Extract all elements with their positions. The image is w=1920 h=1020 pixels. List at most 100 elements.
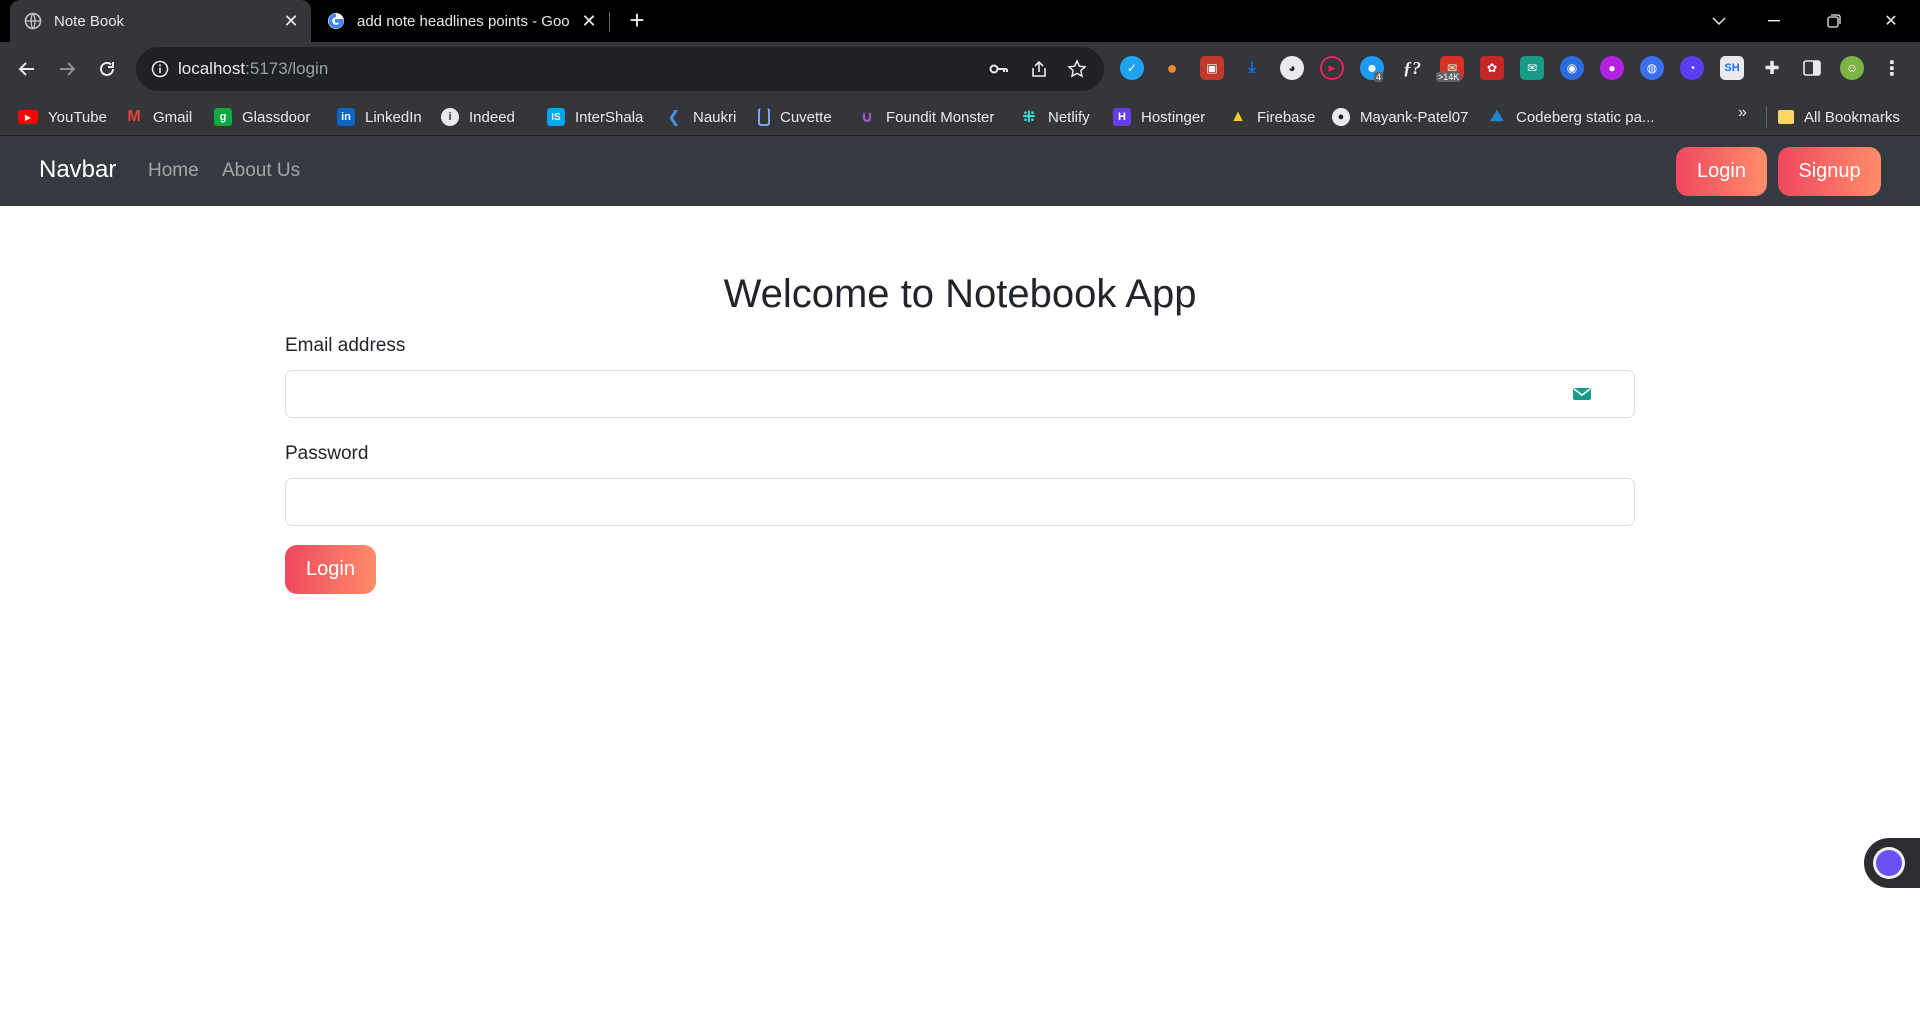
- nav-link-home[interactable]: Home: [148, 160, 199, 182]
- bookmark-naukri[interactable]: ❮ Naukri: [665, 106, 736, 128]
- tab-search-icon[interactable]: [1690, 0, 1748, 42]
- naukri-icon: ❮: [667, 109, 681, 126]
- google-icon: [327, 12, 345, 30]
- share-icon[interactable]: [1028, 58, 1050, 80]
- bookmark-netlify[interactable]: ⁜ Netlify: [1020, 106, 1090, 128]
- bookmark-gmail[interactable]: M Gmail: [125, 106, 192, 128]
- bookmark-glassdoor[interactable]: g Glassdoor: [214, 106, 310, 128]
- bookmark-label: YouTube: [48, 108, 107, 126]
- play-extension-icon[interactable]: ▶: [1320, 56, 1344, 80]
- close-icon[interactable]: ✕: [575, 11, 603, 32]
- navbar-login-button[interactable]: Login: [1676, 147, 1767, 196]
- url-path: :5173/login: [245, 59, 329, 78]
- login-submit-button[interactable]: Login: [285, 545, 376, 594]
- bookmark-foundit[interactable]: ∪ Foundit Monster: [858, 106, 995, 128]
- browser-tab-strip: Note Book ✕ add note headlines points - …: [0, 0, 1920, 42]
- url-text: localhost:5173/login: [178, 59, 328, 79]
- tab-title: add note headlines points - Goo: [357, 12, 570, 30]
- bookmark-firebase[interactable]: ▲ Firebase: [1229, 106, 1315, 128]
- window-extension-icon[interactable]: ▣: [1200, 56, 1224, 80]
- bookmark-label: Netlify: [1048, 108, 1090, 126]
- navbar-brand[interactable]: Navbar: [39, 156, 116, 184]
- bookmark-all-bookmarks[interactable]: All Bookmarks: [1778, 106, 1900, 128]
- tab-title: Note Book: [54, 12, 125, 30]
- bookmark-label: Firebase: [1257, 108, 1316, 126]
- bookmark-label: LinkedIn: [365, 108, 422, 126]
- bookmark-label: Hostinger: [1141, 108, 1206, 126]
- bookmark-label: All Bookmarks: [1804, 108, 1900, 126]
- tab-google-search[interactable]: add note headlines points - Goo ✕: [313, 0, 609, 42]
- bookmark-label: Codeberg static pa...: [1516, 108, 1655, 126]
- minimize-button[interactable]: [1745, 0, 1803, 42]
- compass-extension-icon[interactable]: ◉: [1560, 56, 1584, 80]
- bookmark-internshala[interactable]: IS InterShala: [547, 106, 643, 128]
- url-host: localhost: [178, 59, 246, 78]
- glassdoor-icon: g: [214, 108, 232, 126]
- back-button[interactable]: [12, 54, 42, 84]
- codeberg-icon: ⛰: [1490, 108, 1504, 125]
- bookmarks-overflow-button[interactable]: »: [1738, 104, 1747, 122]
- bottle-extension-icon[interactable]: ●: [1160, 56, 1184, 80]
- password-field[interactable]: [285, 478, 1635, 526]
- tab-divider: [609, 12, 610, 32]
- bookmarks-bar: ▶ YouTube M Gmail g Glassdoor in LinkedI…: [0, 96, 1920, 136]
- close-window-button[interactable]: ✕: [1862, 0, 1920, 42]
- bookmark-indeed[interactable]: i Indeed: [441, 106, 515, 128]
- firebase-icon: ▲: [1230, 108, 1246, 125]
- page-title: Welcome to Notebook App: [723, 272, 1197, 316]
- bookmark-label: InterShala: [575, 108, 644, 126]
- bookmarks-divider: [1766, 106, 1767, 128]
- chat-extension-icon[interactable]: ●: [1600, 56, 1624, 80]
- bookmark-linkedin[interactable]: in LinkedIn: [337, 106, 422, 128]
- password-label: Password: [285, 443, 369, 464]
- bookmark-label: Naukri: [693, 108, 737, 126]
- bookmark-cuvette[interactable]: Cuvette: [758, 106, 832, 128]
- email-autofill-icon[interactable]: [1572, 386, 1592, 402]
- bookmark-label: Mayank-Patel07: [1360, 108, 1469, 126]
- close-icon[interactable]: ✕: [277, 11, 305, 32]
- bookmark-codeberg[interactable]: ⛰ Codeberg static pa...: [1488, 106, 1654, 128]
- sh-extension-icon[interactable]: SH: [1720, 56, 1744, 80]
- puzzle-icon[interactable]: ✚: [1760, 56, 1784, 80]
- messenger-extension-icon[interactable]: ✓: [1120, 56, 1144, 80]
- bookmark-github[interactable]: ● Mayank-Patel07: [1332, 106, 1468, 128]
- panda-extension-icon[interactable]: ◕: [1280, 56, 1304, 80]
- folder-icon: [1778, 110, 1794, 124]
- email-field[interactable]: [285, 370, 1635, 418]
- navbar-signup-button[interactable]: Signup: [1778, 147, 1881, 196]
- nav-link-about-us[interactable]: About Us: [222, 160, 300, 182]
- menu-dots-icon[interactable]: ⋮: [1880, 56, 1904, 80]
- restore-button[interactable]: [1805, 0, 1863, 42]
- email-label: Email address: [285, 335, 406, 356]
- cuvette-icon: [758, 108, 770, 126]
- youtube-icon: ▶: [18, 110, 38, 124]
- bookmark-label: Indeed: [469, 108, 515, 126]
- email-extension-icon[interactable]: ✉: [1520, 56, 1544, 80]
- side-panel-icon[interactable]: [1800, 56, 1824, 80]
- forward-button[interactable]: [52, 54, 82, 84]
- formula-extension-icon[interactable]: ƒ?: [1400, 56, 1424, 80]
- key-icon[interactable]: [988, 58, 1010, 80]
- bookmark-youtube[interactable]: ▶ YouTube: [18, 106, 107, 128]
- star-icon[interactable]: [1066, 58, 1088, 80]
- bookmark-hostinger[interactable]: H Hostinger: [1113, 106, 1205, 128]
- github-icon: ●: [1332, 108, 1350, 126]
- grid-extension-icon[interactable]: ✿: [1480, 56, 1504, 80]
- address-bar[interactable]: localhost:5173/login: [136, 47, 1104, 91]
- internshala-icon: IS: [547, 108, 565, 126]
- site-info-icon[interactable]: [150, 59, 170, 79]
- download-extension-icon[interactable]: ⤓: [1240, 56, 1264, 80]
- bookmark-label: Foundit Monster: [886, 108, 995, 126]
- new-tab-button[interactable]: +: [622, 6, 652, 36]
- reload-button[interactable]: [92, 54, 122, 84]
- avatar[interactable]: ☺: [1840, 56, 1864, 80]
- robot-extension-icon[interactable]: ◔: [1680, 56, 1704, 80]
- ghost-count-badge: 4: [1374, 72, 1384, 82]
- linkedin-icon: in: [337, 108, 355, 126]
- tab-note-book[interactable]: Note Book ✕: [10, 0, 311, 42]
- assistant-widget-button[interactable]: [1864, 838, 1920, 888]
- app-navbar: Navbar Home About Us Login Signup: [0, 136, 1920, 206]
- globe-extension-icon[interactable]: ◍: [1640, 56, 1664, 80]
- globe-icon: [24, 12, 42, 30]
- bookmark-label: Glassdoor: [242, 108, 311, 126]
